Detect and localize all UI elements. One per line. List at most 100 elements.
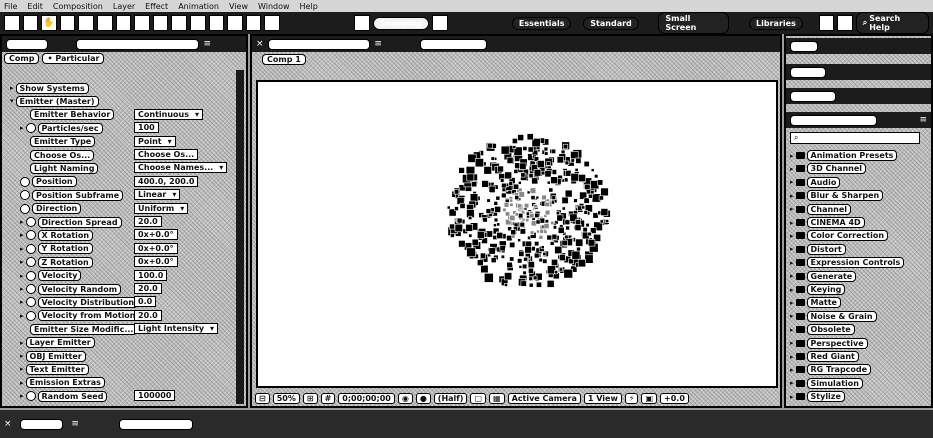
twirl-closed-icon[interactable]: ▸ <box>20 298 24 306</box>
property-value[interactable]: 100.0 <box>134 269 168 281</box>
property-row[interactable]: ▸ OBJ Emitter <box>20 350 86 362</box>
property-row[interactable]: ▸ Z Rotation <box>20 256 93 268</box>
property-row[interactable]: ▸ Emission Extras <box>20 377 105 389</box>
effects-category-item[interactable]: ▸ Animation Presets <box>790 150 898 161</box>
twirl-closed-icon[interactable]: ▸ <box>790 192 794 200</box>
effects-category-item[interactable]: ▸ Color Correction <box>790 230 889 242</box>
stopwatch-icon[interactable] <box>25 310 36 321</box>
effects-category-item[interactable]: ▸ 3D Channel <box>790 163 867 175</box>
effects-category-item[interactable]: ▸ Perspective <box>790 337 868 349</box>
property-value[interactable]: 100 <box>134 122 159 134</box>
subtab-comp-1[interactable]: Comp 1 <box>262 53 306 65</box>
resolution-dropdown[interactable]: (Half) <box>433 392 468 404</box>
twirl-closed-icon[interactable]: ▸ <box>790 245 794 253</box>
type-tool-icon[interactable]: T <box>171 15 187 31</box>
breadcrumb-layer[interactable]: • Particular <box>42 52 105 64</box>
stopwatch-icon[interactable] <box>25 284 36 294</box>
twirl-closed-icon[interactable]: ▸ <box>20 231 24 239</box>
menu-help[interactable]: Help <box>300 2 318 11</box>
snap-options-icon[interactable]: ⊠ <box>431 15 448 31</box>
twirl-closed-icon[interactable]: ▸ <box>20 312 24 320</box>
stopwatch-icon[interactable] <box>25 391 36 402</box>
workspace-standard[interactable]: Standard <box>583 16 639 30</box>
property-value[interactable]: 20.0 <box>134 216 162 227</box>
property-value[interactable]: 20.0 <box>134 283 162 294</box>
property-value[interactable]: Choose Os... <box>134 149 199 160</box>
audio-panel-header[interactable]: Audio <box>786 64 931 80</box>
panel-menu-icon[interactable]: ≡ <box>374 39 382 49</box>
stopwatch-icon[interactable] <box>20 203 30 214</box>
twirl-closed-icon[interactable]: ▸ <box>790 353 794 361</box>
property-row[interactable]: ▸ Velocity Random <box>20 283 122 295</box>
twirl-closed-icon[interactable]: ▸ <box>20 352 24 360</box>
twirl-closed-icon[interactable]: ▸ <box>790 299 794 307</box>
property-row[interactable]: Light Naming <box>30 162 99 174</box>
property-value-dropdown[interactable]: Linear ▾ <box>134 189 181 201</box>
menu-view[interactable]: View <box>229 2 248 11</box>
property-row[interactable]: ▸ Velocity Distribution <box>20 296 139 308</box>
zoom-dropdown[interactable]: 50% <box>272 392 300 404</box>
twirl-closed-icon[interactable]: ▸ <box>790 366 794 374</box>
menu-edit[interactable]: Edit <box>27 2 43 11</box>
views-dropdown[interactable]: 1 View <box>583 392 622 404</box>
workspace-essentials[interactable]: Essentials <box>511 16 572 30</box>
property-value-dropdown[interactable]: Light Intensity ▾ <box>134 323 219 335</box>
workspace-libraries[interactable]: Libraries <box>749 16 803 30</box>
breadcrumb-comp[interactable]: Comp <box>4 52 40 64</box>
stopwatch-icon[interactable] <box>20 190 30 201</box>
search-help-input[interactable]: ⌕ Search Help <box>855 12 929 34</box>
effects-category-item[interactable]: ▸ Noise & Grain <box>790 310 877 322</box>
twirl-closed-icon[interactable]: ▸ <box>790 205 794 213</box>
tab-comp-1-timeline[interactable]: Comp 1 <box>19 418 64 430</box>
effects-category-item[interactable]: ▸ Expression Controls <box>790 257 905 269</box>
property-value-dropdown[interactable]: Choose Names... ▾ <box>134 162 228 174</box>
timecode[interactable]: 0;00;00;00 <box>338 392 395 404</box>
property-value[interactable]: 20.0 <box>134 309 162 321</box>
twirl-closed-icon[interactable]: ▸ <box>20 272 24 280</box>
property-row[interactable]: Choose Os... <box>30 149 95 161</box>
region-of-interest-icon[interactable]: ▢ <box>470 392 486 404</box>
effects-search-input[interactable]: ⌕ <box>790 132 920 144</box>
menu-window[interactable]: Window <box>258 2 290 11</box>
twirl-closed-icon[interactable]: ▸ <box>790 379 794 387</box>
effects-category-item[interactable]: ▸ Generate <box>790 270 857 282</box>
property-row[interactable]: Direction <box>20 203 82 215</box>
twirl-open-icon[interactable]: ▾ <box>10 97 14 105</box>
menu-layer[interactable]: Layer <box>113 2 135 11</box>
twirl-closed-icon[interactable]: ▸ <box>790 339 794 347</box>
property-value[interactable]: 100000 <box>134 390 176 402</box>
effects-category-item[interactable]: ▸ Stylize <box>790 391 845 403</box>
property-row[interactable]: Position <box>20 176 77 188</box>
snapping-label[interactable]: Snapping <box>372 16 429 30</box>
property-row[interactable]: Position Subframe <box>20 189 124 201</box>
twirl-closed-icon[interactable]: ▸ <box>20 124 24 132</box>
twirl-closed-icon[interactable]: ▸ <box>790 178 794 186</box>
twirl-closed-icon[interactable]: ▸ <box>790 286 794 294</box>
show-channel-icon[interactable]: ● <box>415 392 431 404</box>
fit-icon[interactable]: ⊞ <box>302 392 318 404</box>
eraser-tool-icon[interactable]: ◇ <box>227 15 243 31</box>
clone-stamp-tool-icon[interactable]: ⊥ <box>208 15 225 31</box>
preview-panel-header[interactable]: Preview <box>786 88 931 104</box>
stopwatch-icon[interactable] <box>20 176 30 187</box>
effects-presets-header[interactable]: Effects & Presets ≡ <box>786 112 931 128</box>
property-value-dropdown[interactable]: Continuous ▾ <box>134 108 203 120</box>
menu-composition[interactable]: Composition <box>53 2 103 11</box>
effects-category-item[interactable]: ▸ CINEMA 4D <box>790 217 865 228</box>
menu-file[interactable]: File <box>4 2 17 11</box>
effects-category-item[interactable]: ▸ Obsolete <box>790 324 855 336</box>
effects-category-item[interactable]: ▸ Red Giant <box>790 351 859 362</box>
panel-menu-icon[interactable]: ≡ <box>71 419 79 429</box>
property-row[interactable]: ▸ Layer Emitter <box>20 337 95 349</box>
pen-tool-icon[interactable]: ✒ <box>152 15 169 31</box>
stopwatch-icon[interactable] <box>25 270 36 281</box>
timeline-icon[interactable]: ▣ <box>641 392 658 404</box>
tab-effect-controls[interactable]: Effect Controls Particular <box>76 38 200 50</box>
stopwatch-icon[interactable] <box>25 243 36 254</box>
zoom-tool-icon[interactable]: 🔍︎ <box>59 15 76 31</box>
twirl-closed-icon[interactable]: ▸ <box>790 393 794 401</box>
tab-composition[interactable]: Composition Comp 1 <box>267 38 371 50</box>
snapshot-icon[interactable]: ◉ <box>397 392 413 404</box>
twirl-closed-icon[interactable]: ▸ <box>20 392 24 400</box>
effects-category-item[interactable]: ▸ Keying <box>790 284 846 295</box>
